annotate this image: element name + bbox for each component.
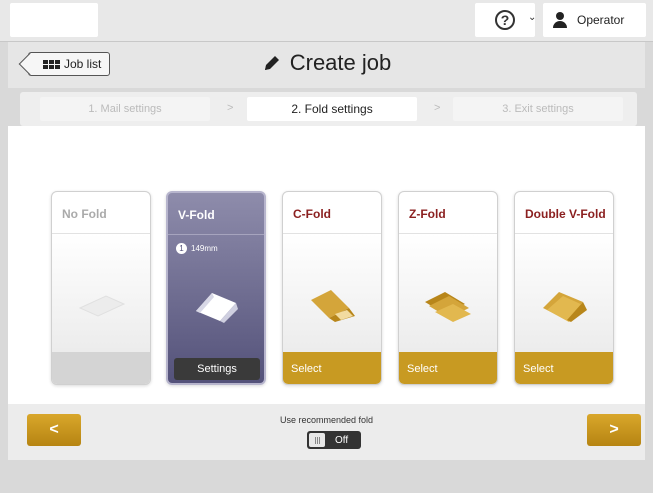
user-icon [553, 12, 567, 28]
v-fold-icon [196, 293, 238, 323]
step-separator: > [227, 102, 234, 114]
fold-select-button[interactable]: Select [515, 352, 613, 384]
fold-dimension-badge: 1 149mm [176, 243, 218, 254]
step-indicator: 1. Mail settings > 2. Fold settings > 3.… [20, 92, 637, 126]
double-v-fold-icon [543, 292, 587, 322]
fold-select-button[interactable]: Select [399, 352, 497, 384]
fold-card-z-fold[interactable]: Z-Fold Select [398, 191, 498, 385]
grid-icon [43, 59, 60, 69]
fold-title: V-Fold [178, 208, 215, 222]
help-button[interactable]: ? [475, 3, 535, 37]
job-list-label: Job list [64, 57, 102, 71]
user-menu[interactable]: Operator [543, 3, 646, 37]
status-field [10, 3, 98, 37]
fold-title: No Fold [62, 207, 107, 221]
step-exit-settings[interactable]: 3. Exit settings [453, 97, 623, 121]
fold-title: Z-Fold [409, 207, 446, 221]
recommended-fold-label: Use recommended fold [279, 415, 374, 425]
page-header: Job list Create job [8, 42, 645, 88]
chevron-down-icon[interactable]: ⌄ [528, 12, 536, 23]
step-fold-settings[interactable]: 2. Fold settings [247, 97, 417, 121]
toggle-knob [309, 433, 325, 447]
fold-card-c-fold[interactable]: C-Fold Select [282, 191, 382, 385]
badge-number: 1 [176, 243, 187, 254]
c-fold-icon [311, 290, 355, 322]
badge-text: 149mm [191, 244, 218, 253]
footer-bar: < Use recommended fold Off > [8, 404, 645, 460]
fold-action [52, 352, 150, 384]
step-mail-settings[interactable]: 1. Mail settings [40, 97, 210, 121]
fold-select-button[interactable]: Select [283, 352, 381, 384]
fold-settings-button[interactable]: Settings [174, 358, 260, 380]
next-button[interactable]: > [587, 414, 641, 446]
fold-title: Double V-Fold [525, 207, 606, 221]
flat-sheet-icon [78, 295, 126, 317]
recommended-fold-toggle[interactable]: Off [307, 431, 361, 449]
user-name: Operator [577, 13, 625, 27]
page-title: Create job [8, 50, 645, 76]
z-fold-icon [425, 292, 471, 322]
step-separator: > [434, 102, 441, 114]
fold-card-double-v-fold[interactable]: Double V-Fold Select [514, 191, 614, 385]
fold-card-v-fold[interactable]: V-Fold 1 149mm Settings [166, 191, 266, 385]
fold-card-no-fold: No Fold [51, 191, 151, 385]
help-icon: ? [495, 10, 515, 30]
toggle-state: Off [335, 434, 349, 446]
top-bar: ? ⌄ Operator [0, 0, 653, 42]
pencil-icon [264, 56, 279, 70]
page-title-text: Create job [289, 50, 392, 75]
fold-title: C-Fold [293, 207, 331, 221]
